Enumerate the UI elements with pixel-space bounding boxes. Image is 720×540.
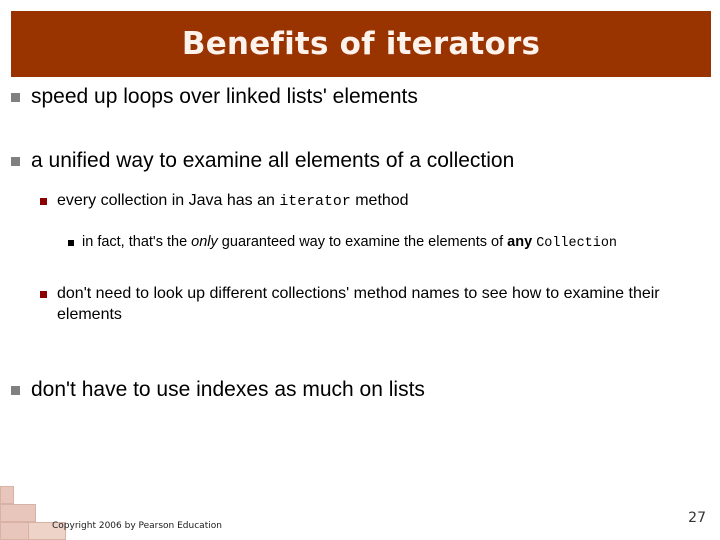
- bullet-text: a unified way to examine all elements of…: [31, 149, 515, 172]
- bullet-level1-speed-up-loops: speed up loops over linked lists' elemen…: [0, 84, 720, 110]
- copyright-notice: Copyright 2006 by Pearson Education: [52, 521, 222, 531]
- bullet-text: don't have to use indexes as much on lis…: [31, 378, 425, 401]
- text-run-bold-any: any: [507, 234, 533, 250]
- stair-block: [0, 504, 36, 522]
- code-run-iterator: iterator: [279, 194, 351, 210]
- bullet-level2-every-collection-java: every collection in Java has an iterator…: [0, 190, 720, 213]
- square-bullet-icon: [68, 240, 74, 246]
- text-run-plain: every collection in Java has an: [57, 192, 280, 209]
- slide-body-outline: speed up loops over linked lists' elemen…: [0, 84, 720, 419]
- square-bullet-icon: [11, 93, 20, 102]
- stair-block: [0, 486, 14, 504]
- square-bullet-icon: [40, 291, 47, 298]
- text-run-plain: in fact, that's the: [82, 234, 192, 250]
- text-run-italic-only: only: [191, 234, 218, 250]
- vertical-spacer: [0, 355, 720, 377]
- bullet-text: in fact, that's the only guaranteed way …: [82, 233, 708, 253]
- page-title: Benefits of iterators: [181, 25, 541, 62]
- square-bullet-icon: [40, 198, 47, 205]
- page-number: 27: [688, 510, 706, 526]
- code-run-collection: Collection: [536, 236, 618, 251]
- vertical-spacer: [0, 261, 720, 283]
- footer-stairstep-graphic: [0, 486, 150, 540]
- vertical-spacer: [0, 221, 720, 233]
- square-bullet-icon: [11, 157, 20, 166]
- bullet-text: speed up loops over linked lists' elemen…: [31, 85, 418, 108]
- bullet-level3-in-fact-only-guaranteed: in fact, that's the only guaranteed way …: [0, 233, 720, 253]
- vertical-spacer: [0, 333, 720, 355]
- text-run-plain: guaranteed way to examine the elements o…: [217, 234, 508, 250]
- vertical-spacer: [0, 126, 720, 148]
- bullet-text: don't need to look up different collecti…: [57, 285, 660, 323]
- bullet-level2-dont-need-lookup: don't need to look up different collecti…: [0, 283, 720, 325]
- slide-title-banner: Benefits of iterators: [11, 11, 711, 77]
- square-bullet-icon: [11, 386, 20, 395]
- bullet-level1-unified-way: a unified way to examine all elements of…: [0, 148, 720, 174]
- slide-canvas: Benefits of iterators speed up loops ove…: [0, 0, 720, 540]
- text-run-plain: method: [350, 192, 409, 209]
- bullet-text: every collection in Java has an iterator…: [57, 190, 720, 213]
- bullet-level1-dont-have-indexes: don't have to use indexes as much on lis…: [0, 377, 720, 403]
